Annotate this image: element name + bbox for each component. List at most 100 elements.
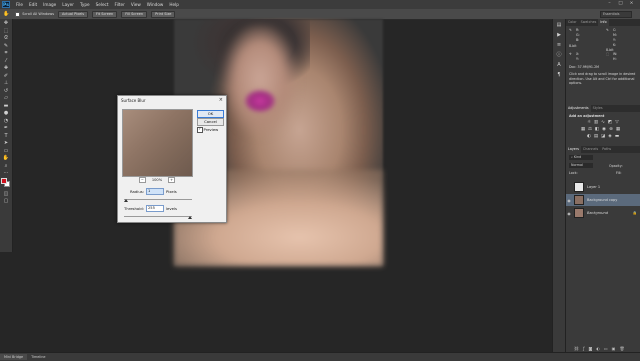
preview-checkbox-row[interactable]: ✓ Preview [197, 127, 218, 133]
link-icon[interactable]: ⛓ [574, 346, 579, 351]
menu-file[interactable]: File [16, 2, 23, 7]
actions-panel-icon[interactable]: ▶ [555, 32, 563, 39]
hand-tool-icon[interactable]: ✋ [2, 155, 10, 161]
crop-icon[interactable]: ⌗ [2, 50, 10, 56]
menu-image[interactable]: Image [43, 2, 56, 7]
fx-icon[interactable]: ƒ [583, 346, 584, 351]
new-layer-icon[interactable]: ▣ [612, 346, 616, 351]
photo-filter-icon[interactable]: ◉ [601, 127, 607, 132]
tab-styles[interactable]: Styles [591, 105, 605, 112]
menu-filter[interactable]: Filter [114, 2, 124, 7]
quick-mask-icon[interactable]: ◫ [2, 191, 10, 197]
marquee-icon[interactable]: ⬚ [2, 28, 10, 34]
quick-select-icon[interactable]: ✎ [2, 43, 10, 49]
tab-paths[interactable]: Paths [600, 146, 613, 153]
menu-type[interactable]: Type [80, 2, 90, 7]
tab-info[interactable]: Info [598, 19, 609, 26]
radius-slider-track[interactable] [124, 199, 192, 200]
cancel-button[interactable]: Cancel [197, 118, 224, 126]
layer-row[interactable]: ◉ Background 🔒 [566, 207, 640, 219]
threshold-slider-thumb[interactable] [188, 216, 192, 219]
paragraph-panel-icon[interactable]: ¶ [555, 72, 563, 79]
channel-mixer-icon[interactable]: ⊛ [608, 127, 614, 132]
fill-screen-button[interactable]: Fill Screen [121, 10, 148, 18]
tab-channels[interactable]: Channels [581, 146, 600, 153]
color-swatches[interactable] [1, 177, 11, 188]
zoom-in-button[interactable]: + [168, 177, 176, 183]
eye-icon[interactable]: ◉ [566, 211, 572, 216]
eye-icon[interactable]: ◉ [566, 198, 572, 203]
layer-row-selected[interactable]: ◉ Background copy [566, 194, 640, 206]
radius-slider-thumb[interactable] [124, 199, 128, 202]
menu-help[interactable]: Help [169, 2, 179, 7]
gradient-map-icon[interactable]: ▬ [614, 134, 620, 139]
eraser-icon[interactable]: ▱ [2, 95, 10, 101]
brush-icon[interactable]: ✐ [2, 73, 10, 79]
levels-icon[interactable]: ▥ [593, 120, 599, 125]
actual-pixels-button[interactable]: Actual Pixels [58, 10, 89, 18]
menu-window[interactable]: Window [147, 2, 164, 7]
threshold-icon[interactable]: ◪ [600, 134, 606, 139]
scroll-all-checkbox[interactable] [15, 11, 21, 17]
invert-icon[interactable]: ◐ [586, 134, 592, 139]
group-icon[interactable]: ▭ [604, 346, 608, 351]
more-tools-icon[interactable]: ⋯ [2, 170, 10, 176]
blend-mode-select[interactable]: Normal [569, 163, 593, 168]
threshold-input[interactable]: 255 [146, 205, 164, 212]
menu-select[interactable]: Select [96, 2, 109, 7]
workspace-select[interactable]: Essentials [600, 11, 632, 18]
bw-icon[interactable]: ◧ [594, 127, 600, 132]
tab-timeline[interactable]: Timeline [27, 354, 49, 360]
menu-edit[interactable]: Edit [29, 2, 37, 7]
fit-screen-button[interactable]: Fit Screen [92, 10, 118, 18]
preview-checkbox[interactable]: ✓ [197, 127, 203, 133]
color-balance-icon[interactable]: ⚖ [587, 127, 593, 132]
tab-swatches[interactable]: Swatches [579, 19, 599, 26]
filter-preview[interactable] [122, 109, 193, 177]
close-window-button[interactable]: × [627, 1, 636, 7]
hand-icon[interactable]: ✋ [3, 11, 9, 17]
brightness-icon[interactable]: ☼ [586, 120, 592, 125]
tab-mini-bridge[interactable]: Mini Bridge [0, 354, 28, 360]
hue-icon[interactable]: ▦ [580, 127, 586, 132]
minimize-button[interactable]: – [605, 1, 614, 7]
menu-layer[interactable]: Layer [62, 2, 74, 7]
ok-button[interactable]: OK [197, 110, 224, 118]
curves-icon[interactable]: ∿ [600, 120, 606, 125]
type-icon[interactable]: T [2, 133, 10, 139]
mask-icon[interactable]: ◙ [589, 346, 593, 351]
adjustment-layer-icon[interactable]: ◐ [596, 346, 600, 351]
dodge-icon[interactable]: ◔ [2, 118, 10, 124]
tab-layers[interactable]: Layers [566, 146, 581, 153]
print-size-button[interactable]: Print Size [151, 10, 176, 18]
properties-panel-icon[interactable]: ≡ [555, 42, 563, 49]
vibrance-icon[interactable]: ▽ [614, 120, 620, 125]
pen-icon[interactable]: ✒ [2, 125, 10, 131]
lookup-icon[interactable]: ▦ [615, 127, 621, 132]
menu-view[interactable]: View [131, 2, 141, 7]
path-select-icon[interactable]: ➤ [2, 140, 10, 146]
layer-kind-filter[interactable]: ⌕ Kind [569, 155, 593, 160]
tab-color[interactable]: Color [566, 19, 579, 26]
layer-row[interactable]: Layer 1 [566, 181, 640, 193]
character-panel-icon[interactable]: A [555, 62, 563, 69]
selective-color-icon[interactable]: ◈ [607, 134, 613, 139]
healing-icon[interactable]: ✚ [2, 65, 10, 71]
move-icon[interactable]: ✥ [2, 20, 10, 26]
screen-mode-icon[interactable]: ▢ [2, 198, 10, 204]
maximize-button[interactable]: □ [616, 1, 625, 7]
zoom-icon[interactable]: ⌕ [2, 163, 10, 169]
posterize-icon[interactable]: ▤ [593, 134, 599, 139]
threshold-slider-track[interactable] [124, 216, 192, 217]
tab-adjustments[interactable]: Adjustments [566, 105, 591, 112]
foreground-color-swatch[interactable] [1, 177, 7, 184]
shape-icon[interactable]: ▭ [2, 148, 10, 154]
radius-input[interactable]: 1 [146, 188, 165, 195]
dialog-close-icon[interactable]: × [219, 97, 223, 103]
exposure-icon[interactable]: ◩ [607, 120, 613, 125]
clone-stamp-icon[interactable]: ⊥ [2, 80, 10, 86]
trash-icon[interactable]: 🗑 [619, 346, 624, 351]
lasso-icon[interactable]: ᘓ [2, 35, 10, 41]
gradient-icon[interactable]: ▬ [2, 103, 10, 109]
history-panel-icon[interactable]: ▤ [555, 22, 563, 29]
